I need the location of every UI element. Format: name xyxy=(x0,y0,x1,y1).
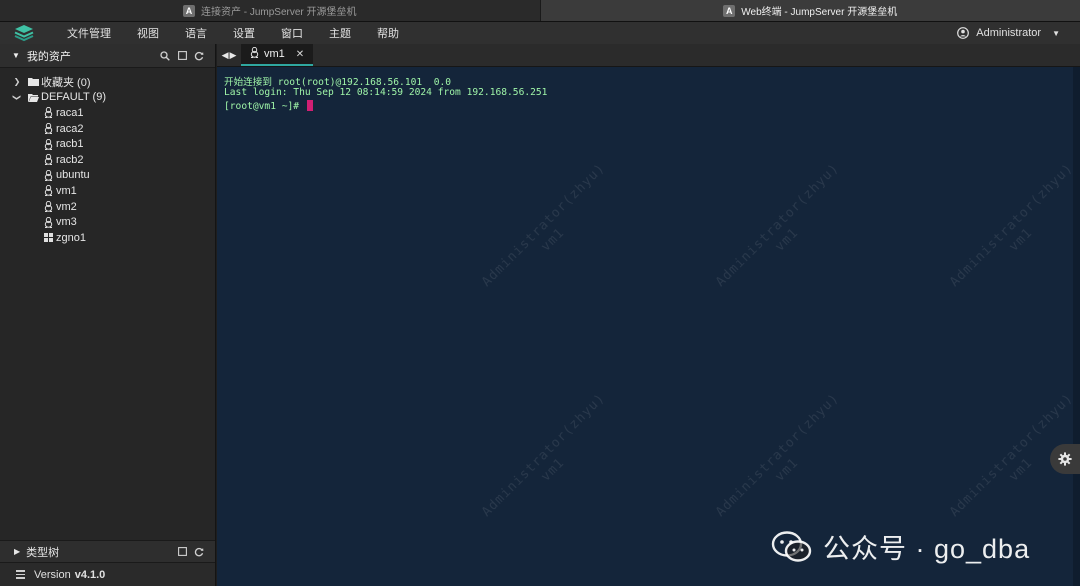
linux-icon xyxy=(43,185,53,197)
terminal-area: ◀ ▶ vm1 ✕ Administrator(zhyu) vm1 Adminis… xyxy=(217,44,1080,586)
tree-folder-label: DEFAULT (9) xyxy=(41,91,106,104)
watermark: Administrator(zhyu) vm1 xyxy=(713,160,843,290)
linux-icon xyxy=(43,216,53,228)
folder-icon xyxy=(28,78,39,87)
linux-icon xyxy=(43,123,53,135)
tree-asset-label: racb2 xyxy=(56,153,84,166)
tree-asset-label: racb1 xyxy=(56,138,84,151)
tree-folder-label: 收藏夹 (0) xyxy=(41,76,91,89)
expand-triangle-icon: ▶ xyxy=(14,547,21,556)
tree-asset-vm2[interactable]: vm2 xyxy=(0,199,215,215)
browser-tab-web-terminal[interactable]: A Web终端 - JumpServer 开源堡垒机 xyxy=(539,0,1080,21)
version-label: Version xyxy=(34,568,71,581)
jumpserver-logo-icon[interactable] xyxy=(0,22,48,44)
linux-icon xyxy=(43,138,53,150)
menu-theme[interactable]: 主题 xyxy=(316,25,364,41)
terminal-scrollbar[interactable] xyxy=(1073,67,1080,586)
wechat-official-account-watermark: 公众号 · go_dba xyxy=(771,527,1030,566)
tree-asset-racb1[interactable]: racb1 xyxy=(0,136,215,152)
version-bar[interactable]: Version v4.1.0 xyxy=(0,562,215,586)
tree-asset-label: vm2 xyxy=(56,200,77,213)
linux-icon xyxy=(43,154,53,166)
folder-open-icon xyxy=(28,93,39,102)
chevron-down-icon[interactable]: ❯ xyxy=(13,91,22,103)
menu-settings[interactable]: 设置 xyxy=(220,25,268,41)
arrow-right-icon[interactable]: ▶ xyxy=(230,50,237,61)
browser-tab-title: 连接资产 - JumpServer 开源堡垒机 xyxy=(200,7,357,18)
watermark: Administrator(zhyu) vm1 xyxy=(947,160,1077,290)
tree-asset-raca2[interactable]: raca2 xyxy=(0,121,215,137)
tree-asset-label: raca2 xyxy=(56,122,84,135)
terminal-prompt: [root@vm1 ~]# xyxy=(224,101,305,112)
tree-asset-vm3[interactable]: vm3 xyxy=(0,214,215,230)
refresh-icon[interactable] xyxy=(194,51,204,61)
terminal-tab-vm1[interactable]: vm1 ✕ xyxy=(241,44,314,66)
user-avatar-icon xyxy=(957,27,970,39)
type-tree-title: 类型树 xyxy=(26,546,60,559)
menu-window[interactable]: 窗口 xyxy=(268,25,316,41)
browser-tab-bar: A 连接资产 - JumpServer 开源堡垒机 A Web终端 - Jump… xyxy=(0,0,1080,22)
collapse-all-icon[interactable] xyxy=(177,51,187,61)
settings-gear-button[interactable] xyxy=(1050,444,1080,474)
menu-bar: 文件管理 视图 语言 设置 窗口 主题 帮助 Administrator ▼ xyxy=(0,22,1080,44)
tree-asset-zgno1[interactable]: zgno1 xyxy=(0,230,215,246)
browser-tab-connect-asset[interactable]: A 连接资产 - JumpServer 开源堡垒机 xyxy=(0,0,540,21)
tab-nav-arrows[interactable]: ◀ ▶ xyxy=(217,44,241,66)
tree-asset-label: vm3 xyxy=(56,216,77,229)
jumpserver-favicon-icon: A xyxy=(723,4,736,17)
watermark: Administrator(zhyu) vm1 xyxy=(713,390,843,520)
terminal-tab-bar: ◀ ▶ vm1 ✕ xyxy=(217,44,1080,67)
tree-asset-racb2[interactable]: racb2 xyxy=(0,152,215,168)
collapse-all-icon[interactable] xyxy=(177,547,187,557)
terminal-line: 开始连接到 root(root)@192.168.56.101 0.0 xyxy=(224,77,452,88)
linux-icon xyxy=(43,107,53,119)
windows-icon xyxy=(43,232,53,243)
asset-tree: ❯ 收藏夹 (0) ❯ DEFAULT (9) raca1 raca2 racb… xyxy=(0,68,215,246)
menu-language[interactable]: 语言 xyxy=(172,25,220,41)
tree-folder-favorites[interactable]: ❯ 收藏夹 (0) xyxy=(0,74,215,90)
linux-icon xyxy=(250,46,259,61)
user-menu[interactable]: Administrator ▼ xyxy=(957,22,1060,44)
terminal-screen[interactable]: Administrator(zhyu) vm1 Administrator(zhy… xyxy=(217,67,1080,586)
watermark: Administrator(zhyu) vm1 xyxy=(479,160,609,290)
menu-list-icon xyxy=(16,570,25,579)
tree-asset-label: vm1 xyxy=(56,184,77,197)
terminal-line: Last login: Thu Sep 12 08:14:59 2024 fro… xyxy=(224,87,548,98)
terminal-tab-label: vm1 xyxy=(264,48,285,60)
terminal-prompt-line: [root@vm1 ~]# xyxy=(224,100,313,112)
gear-icon xyxy=(1058,452,1072,466)
linux-icon xyxy=(43,201,53,213)
my-assets-title: 我的资产 xyxy=(26,50,71,63)
tree-asset-ubuntu[interactable]: ubuntu xyxy=(0,168,215,184)
collapse-triangle-icon: ▼ xyxy=(12,51,20,60)
tree-folder-default[interactable]: ❯ DEFAULT (9) xyxy=(0,90,215,106)
tree-asset-label: ubuntu xyxy=(56,169,90,182)
user-name: Administrator xyxy=(976,27,1042,39)
tree-asset-vm1[interactable]: vm1 xyxy=(0,183,215,199)
caret-down-icon: ▼ xyxy=(1052,28,1060,38)
type-tree-header[interactable]: ▶ 类型树 xyxy=(0,540,215,562)
version-number: v4.1.0 xyxy=(74,568,106,581)
menu-file-manager[interactable]: 文件管理 xyxy=(48,25,124,41)
wechat-account-text: 公众号 · go_dba xyxy=(823,534,1031,564)
asset-sidebar: ▼ 我的资产 ❯ 收藏夹 (0) ❯ DEFAULT (9) raca1 rac… xyxy=(0,44,216,586)
menu-view[interactable]: 视图 xyxy=(124,25,172,41)
terminal-cursor xyxy=(306,100,313,111)
watermark: Administrator(zhyu) vm1 xyxy=(479,390,609,520)
arrow-left-icon[interactable]: ◀ xyxy=(222,50,229,61)
tree-asset-label: zgno1 xyxy=(56,231,86,244)
tree-asset-label: raca1 xyxy=(56,106,84,119)
search-icon[interactable] xyxy=(160,50,170,61)
tree-asset-raca1[interactable]: raca1 xyxy=(0,105,215,121)
wechat-icon xyxy=(771,530,812,562)
menu-help[interactable]: 帮助 xyxy=(364,25,412,41)
my-assets-header[interactable]: ▼ 我的资产 xyxy=(0,44,215,68)
close-icon[interactable]: ✕ xyxy=(296,49,304,60)
browser-tab-title: Web终端 - JumpServer 开源堡垒机 xyxy=(741,7,898,18)
refresh-icon[interactable] xyxy=(194,547,204,557)
jumpserver-favicon-icon: A xyxy=(182,4,195,17)
chevron-right-icon[interactable]: ❯ xyxy=(11,77,23,86)
linux-icon xyxy=(43,169,53,181)
